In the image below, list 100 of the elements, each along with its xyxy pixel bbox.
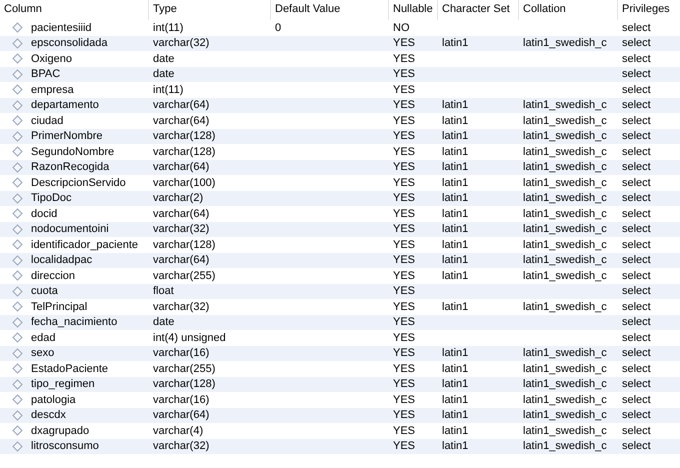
column-header[interactable]: Privileges	[617, 0, 680, 20]
diamond-icon	[12, 84, 23, 96]
table-cell: YES	[393, 362, 416, 375]
table-cell: latin1_swedish_c	[523, 362, 607, 375]
table-cell: date	[153, 316, 174, 328]
table-cell: varchar(32)	[153, 223, 210, 236]
column-header[interactable]: Collation	[518, 0, 617, 20]
table-cell: fecha_nacimiento	[31, 316, 118, 328]
table-cell: YES	[393, 176, 416, 189]
diamond-icon	[12, 301, 23, 312]
table-cell: latin1_swedish_c	[523, 270, 607, 282]
table-cell: select	[622, 192, 651, 204]
table-cell: select	[622, 68, 651, 80]
table-cell: select	[622, 223, 651, 236]
diamond-icon	[12, 208, 23, 220]
table-cell: latin1	[442, 176, 468, 189]
table-cell: litrosconsumo	[31, 440, 99, 452]
table-cell: YES	[393, 161, 416, 174]
table-cell: latin1	[442, 238, 468, 251]
table-cell: latin1	[442, 223, 468, 236]
table-cell: varchar(128)	[153, 130, 216, 142]
table-cell: latin1	[442, 378, 468, 390]
table-cell: select	[622, 285, 651, 298]
table-cell: epsconsolidada	[31, 37, 108, 50]
table-cell: latin1_swedish_c	[523, 440, 607, 452]
table-cell: dxagrupado	[31, 424, 90, 437]
table-cell: latin1	[442, 192, 468, 204]
table-cell: select	[622, 378, 651, 390]
diamond-icon	[12, 332, 23, 344]
table-cell: int(11)	[153, 84, 184, 96]
column-header[interactable]: Column	[0, 0, 148, 20]
table-cell: departamento	[31, 99, 99, 112]
diamond-icon	[12, 425, 23, 436]
table-cell: YES	[393, 300, 416, 313]
diamond-icon	[12, 53, 23, 64]
table-cell: YES	[393, 238, 416, 251]
column-header[interactable]: Character Set	[437, 0, 518, 20]
table-cell: select	[622, 300, 651, 313]
table-cell: empresa	[31, 84, 74, 96]
diamond-icon	[12, 177, 23, 188]
table-cell: latin1_swedish_c	[523, 300, 607, 313]
table-cell: latin1	[442, 99, 468, 112]
table-cell: varchar(64)	[153, 208, 210, 220]
table-cell: YES	[393, 146, 416, 158]
table-cell: YES	[393, 208, 416, 220]
table-cell: Oxigeno	[31, 52, 72, 65]
table-cell: latin1_swedish_c	[523, 238, 607, 251]
table-cell: select	[622, 208, 651, 220]
diamond-icon	[12, 394, 23, 406]
table-cell: varchar(255)	[153, 270, 216, 282]
diamond-icon	[12, 363, 23, 374]
table-cell: select	[622, 394, 651, 406]
table-cell: NO	[393, 22, 410, 34]
table-cell: select	[622, 161, 651, 174]
table-cell: select	[622, 114, 651, 127]
table-cell: varchar(32)	[153, 37, 210, 50]
table-cell: YES	[393, 440, 416, 452]
table-cell: varchar(100)	[153, 176, 216, 189]
table-cell: select	[622, 409, 651, 422]
table-cell: latin1	[442, 270, 468, 282]
table-cell: tipo_regimen	[31, 378, 95, 390]
table-cell: YES	[393, 424, 416, 437]
table-cell: YES	[393, 68, 416, 80]
table-cell: YES	[393, 316, 416, 328]
table-cell: YES	[393, 378, 416, 390]
table-cell: select	[622, 332, 651, 344]
column-header[interactable]: Nullable	[388, 0, 437, 20]
table-cell: identificador_paciente	[31, 238, 138, 251]
column-header[interactable]: Type	[148, 0, 270, 20]
table-cell: PrimerNombre	[31, 130, 103, 142]
table-cell: YES	[393, 332, 416, 344]
table-cell: RazonRecogida	[31, 161, 110, 174]
table-cell: varchar(64)	[153, 99, 210, 112]
table-cell: latin1_swedish_c	[523, 130, 607, 142]
table-cell: select	[622, 254, 651, 266]
diamond-icon	[12, 115, 23, 126]
table-cell: YES	[393, 99, 416, 112]
table-cell: YES	[393, 84, 416, 96]
table-cell: latin1	[442, 362, 468, 375]
table-cell: latin1	[442, 347, 468, 360]
table-cell: YES	[393, 409, 416, 422]
column-header[interactable]: Default Value	[270, 0, 388, 20]
table-cell: varchar(16)	[153, 347, 210, 360]
table-cell: latin1_swedish_c	[523, 378, 607, 390]
table-cell: latin1	[442, 409, 468, 422]
table-cell: varchar(128)	[153, 378, 216, 390]
table-cell: latin1_swedish_c	[523, 161, 607, 174]
table-cell: latin1_swedish_c	[523, 208, 607, 220]
table-cell: direccion	[31, 270, 76, 282]
table-cell: sexo	[31, 347, 54, 360]
table-cell: latin1_swedish_c	[523, 192, 607, 204]
table-cell: latin1_swedish_c	[523, 424, 607, 437]
table-cell: TelPrincipal	[31, 300, 88, 313]
table-cell: select	[622, 84, 651, 96]
table-cell: descdx	[31, 409, 66, 422]
table-cell: latin1	[442, 300, 468, 313]
table-cell: latin1	[442, 208, 468, 220]
table-cell: SegundoNombre	[31, 146, 114, 158]
table-cell: latin1	[442, 114, 468, 127]
table-cell: YES	[393, 394, 416, 406]
